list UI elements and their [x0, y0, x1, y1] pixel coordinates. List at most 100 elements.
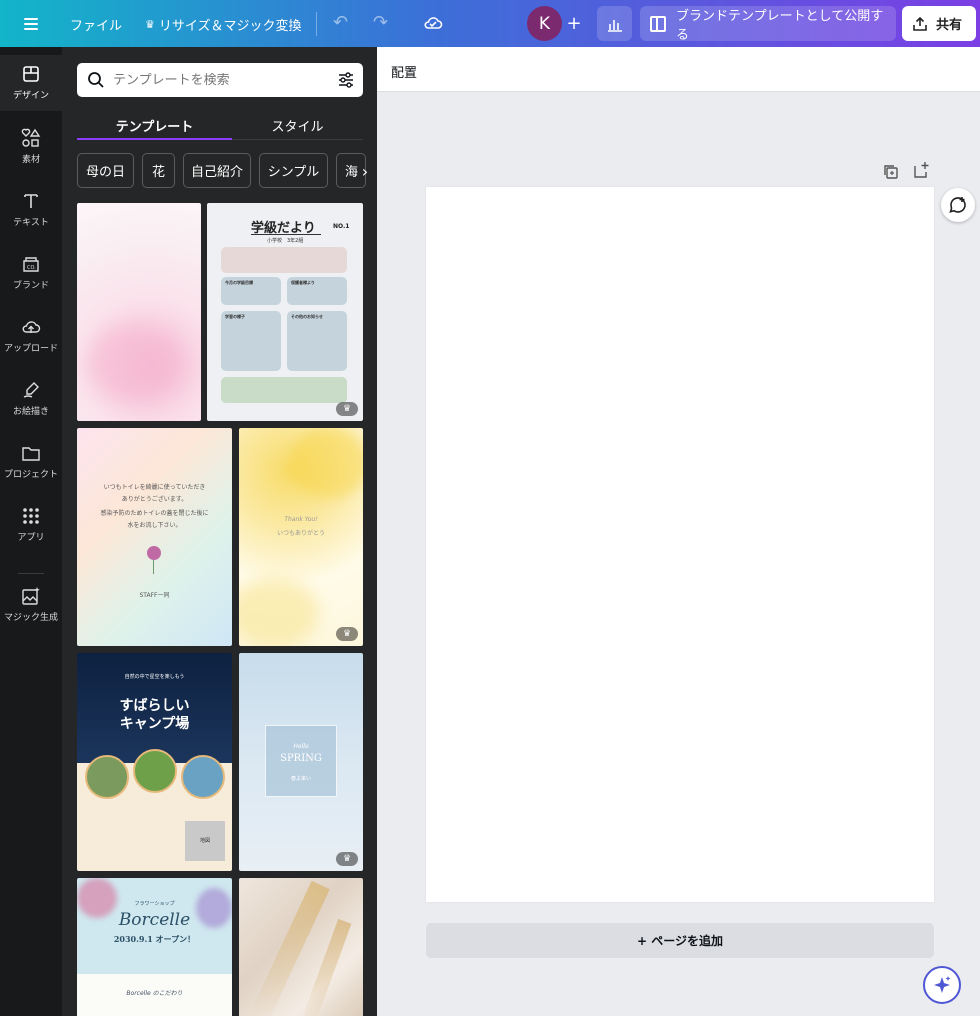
text-icon [20, 190, 42, 212]
rail-item-text[interactable]: テキスト [0, 182, 62, 238]
share-label: 共有 [936, 18, 963, 33]
template-text: 水をお流し下さい。 [127, 522, 182, 529]
rail-label: マジック生成 [3, 613, 58, 623]
undo-icon[interactable]: ↶ [333, 12, 348, 33]
filter-icon[interactable] [337, 71, 355, 89]
rail-item-brand[interactable]: CO. ブランド [0, 245, 62, 301]
template-text: ありがとうございます。 [121, 496, 188, 503]
template-thumbnail[interactable]: Hello SPRING 春よ来い ♛ [239, 653, 363, 871]
file-menu-button[interactable]: ファイル [70, 15, 122, 34]
add-comment-button[interactable] [941, 188, 975, 222]
block-title: 学習の様子 [225, 314, 245, 319]
panel-tabs: テンプレート スタイル [77, 109, 363, 141]
crown-icon: ♛ [145, 18, 155, 31]
template-text: フラワーショップ [134, 901, 175, 907]
chevron-right-icon[interactable]: › [356, 155, 374, 187]
menu-icon[interactable] [22, 14, 40, 32]
magic-media-icon [20, 585, 42, 607]
rail-item-apps[interactable]: アプリ [0, 497, 62, 553]
divider [316, 12, 317, 36]
context-toolbar: 配置 [377, 47, 980, 92]
rail-item-elements[interactable]: 素材 [0, 119, 62, 175]
rail-label: アップロード [3, 344, 58, 354]
top-bar: ファイル ♛ リサイズ＆マジック変換 ↶ ↷ K + ブランドテンプレートとして… [0, 0, 980, 47]
chip-simple[interactable]: シンプル [259, 153, 328, 188]
template-badge: NO.1 [333, 223, 350, 230]
insights-button[interactable] [597, 6, 632, 41]
template-title: すばらしい [119, 698, 190, 714]
resize-label: リサイズ＆マジック変換 [158, 19, 302, 34]
active-tab-indicator [77, 138, 232, 140]
chip-flower[interactable]: 花 [142, 153, 175, 188]
canva-assistant-button[interactable] [923, 966, 961, 1004]
upload-icon [20, 316, 42, 338]
chip-mothers-day[interactable]: 母の日 [77, 153, 134, 188]
share-icon [913, 16, 927, 31]
rail-label: お絵描き [12, 407, 49, 417]
left-rail: デザイン 素材 テキスト CO. ブランド アップロード お絵描き プロジェクト… [0, 47, 62, 1016]
template-text: Thank You! [284, 516, 318, 523]
template-text: 自然の中で星空を楽しもう [124, 674, 185, 680]
tab-templates[interactable]: テンプレート [77, 109, 232, 141]
block-title: その他のお知らせ [291, 314, 323, 319]
template-subtitle: 小学校 3年2組 [267, 238, 304, 244]
page-controls [882, 161, 930, 183]
add-collaborator-icon[interactable]: + [563, 9, 585, 37]
folder-icon [20, 442, 42, 464]
tab-styles[interactable]: スタイル [232, 109, 363, 141]
filter-chips: 母の日 花 自己紹介 シンプル 海 › [77, 153, 377, 189]
template-thumbnail[interactable] [77, 203, 201, 421]
editor-area: 配置 + ページを追加 [377, 47, 980, 1016]
rail-divider [18, 573, 44, 574]
template-text: Hello [293, 743, 309, 750]
rail-item-upload[interactable]: アップロード [0, 308, 62, 364]
rail-label: 素材 [21, 155, 40, 165]
sparkle-icon [934, 976, 951, 993]
add-page-button[interactable]: + ページを追加 [426, 923, 934, 958]
redo-icon[interactable]: ↷ [373, 12, 388, 33]
template-search-input[interactable] [113, 72, 313, 88]
chip-self-intro[interactable]: 自己紹介 [183, 153, 251, 188]
publish-brand-template-button[interactable]: ブランドテンプレートとして公開する [640, 6, 896, 43]
bar-chart-icon [607, 19, 622, 32]
block-title: 今月の学級目標 [225, 280, 253, 285]
template-title: キャンプ場 [119, 716, 190, 732]
crown-icon: ♛ [336, 852, 358, 866]
rail-item-magic-media[interactable]: マジック生成 [0, 577, 62, 633]
template-thumbnail[interactable]: 学級だより NO.1 小学校 3年2組 今月の学級目標 保護者様より 学習の様子… [207, 203, 363, 421]
layout-icon [20, 63, 42, 85]
comment-plus-icon [949, 197, 966, 213]
svg-text:CO.: CO. [27, 265, 36, 271]
template-text: いつもありがとう [276, 530, 325, 537]
share-button[interactable]: 共有 [902, 6, 976, 41]
position-button[interactable]: 配置 [391, 62, 417, 81]
template-thumbnail[interactable]: 自然の中で星空を楽しもう すばらしい キャンプ場 地図 [77, 653, 232, 871]
template-text: 感染予防のためトイレの蓋を閉じた後に [100, 510, 209, 517]
crown-icon: ♛ [336, 627, 358, 641]
avatar[interactable]: K [527, 6, 562, 41]
rail-label: アプリ [17, 533, 45, 543]
template-thumbnail[interactable]: いつもトイレを綺麗に使っていただき ありがとうございます。 感染予防のためトイレ… [77, 428, 232, 646]
template-title: Borcelle [118, 910, 191, 930]
brand-icon: CO. [20, 253, 42, 275]
template-title: SPRING [280, 753, 322, 764]
template-text: 2030.9.1 オープン！ [113, 934, 196, 944]
cloud-save-icon[interactable] [423, 13, 443, 33]
rail-item-draw[interactable]: お絵描き [0, 371, 62, 427]
publish-label: ブランドテンプレートとして公開する [675, 8, 884, 43]
template-text: STAFF一同 [139, 592, 170, 599]
rail-label: プロジェクト [3, 470, 58, 480]
duplicate-page-icon[interactable] [882, 163, 900, 181]
template-thumbnail[interactable]: Thank You! いつもありがとう ♛ [239, 428, 363, 646]
add-page-icon[interactable] [912, 161, 930, 179]
rail-item-design[interactable]: デザイン [0, 55, 62, 111]
resize-magic-button[interactable]: ♛ リサイズ＆マジック変換 [145, 15, 302, 34]
template-text: 地図 [199, 838, 210, 844]
design-canvas[interactable] [426, 187, 934, 902]
apps-icon [20, 505, 42, 527]
template-thumbnail[interactable]: フラワーショップ Borcelle 2030.9.1 オープン！ Borcell… [77, 878, 232, 1016]
rail-item-projects[interactable]: プロジェクト [0, 434, 62, 490]
template-text: いつもトイレを綺麗に使っていただき [103, 484, 206, 491]
template-thumbnail[interactable] [239, 878, 363, 1016]
rail-label: ブランド [12, 281, 49, 291]
